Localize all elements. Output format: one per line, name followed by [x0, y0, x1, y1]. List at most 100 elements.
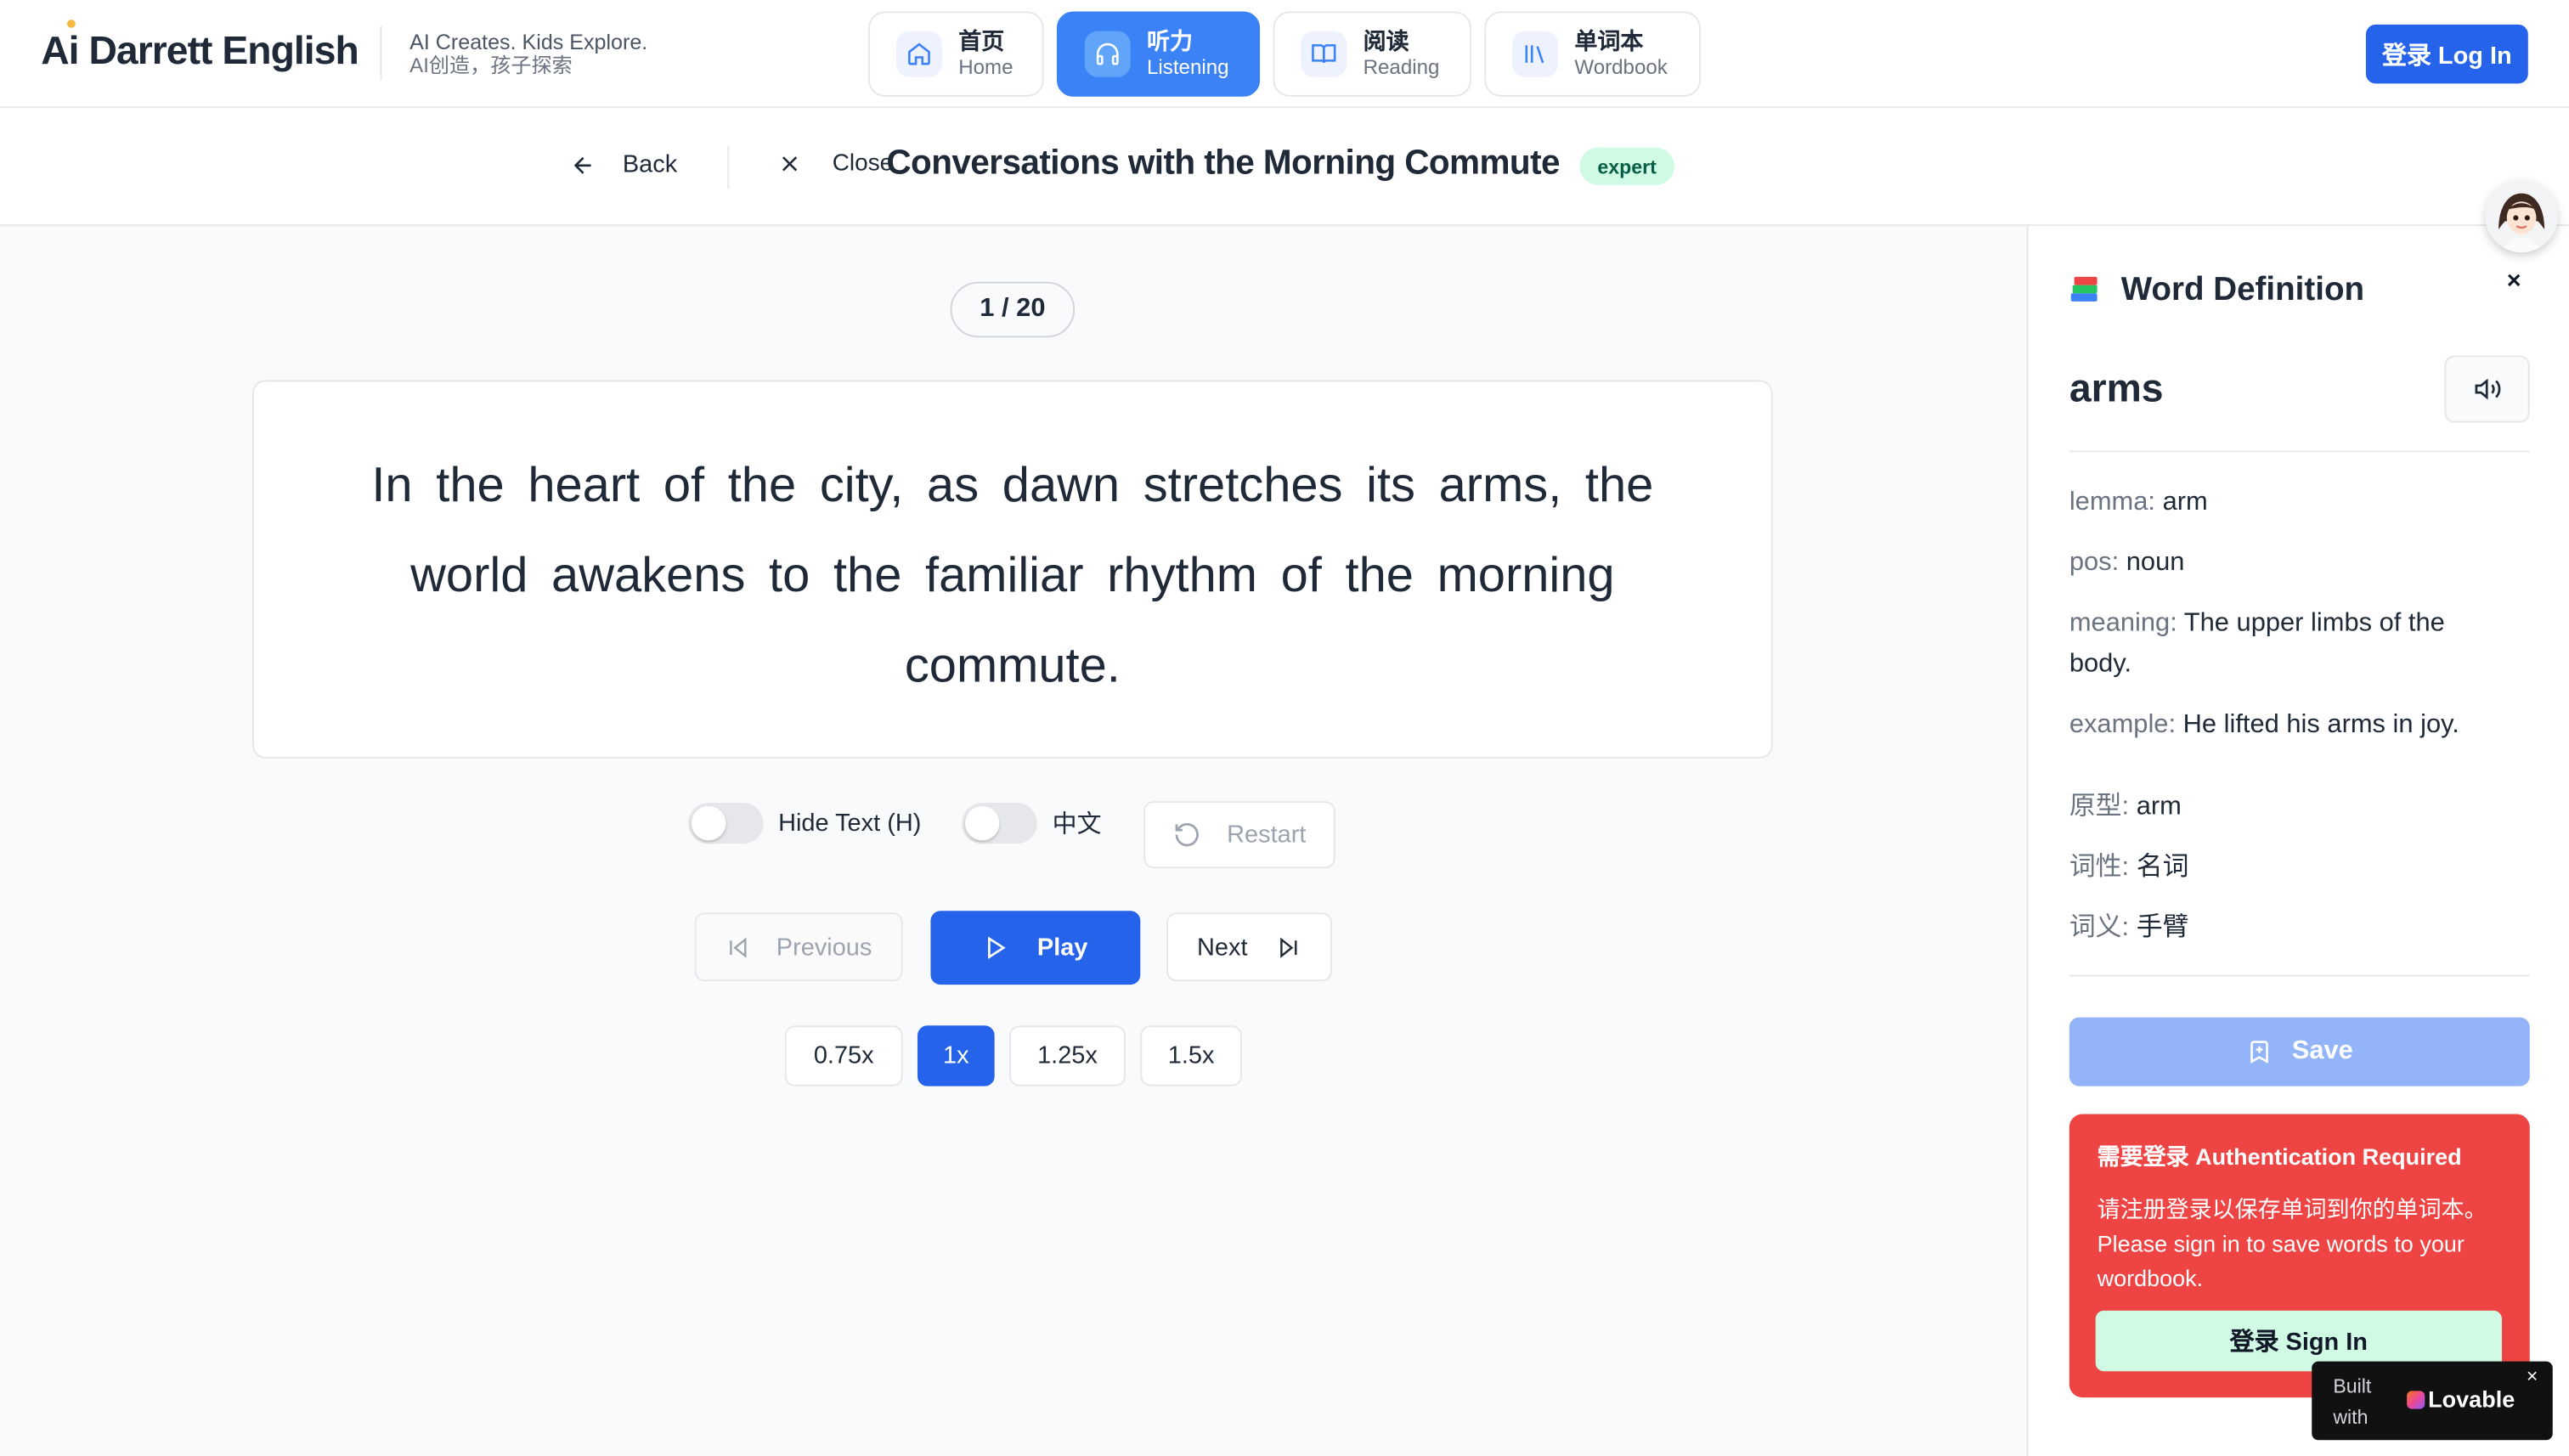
brand-divider — [380, 25, 382, 81]
brand-logo[interactable]: Ai Darrett English — [41, 30, 359, 76]
field-zh-pos: 词性: 名词 — [2069, 847, 2512, 888]
play-label: Play — [1036, 934, 1088, 962]
nav-tab-home[interactable]: 首页 Home — [868, 11, 1044, 97]
lovable-heart-icon — [2407, 1391, 2425, 1409]
login-button[interactable]: 登录 Log In — [2365, 24, 2528, 84]
field-lemma: lemma: arm — [2069, 482, 2512, 522]
assistant-avatar[interactable] — [2485, 180, 2558, 253]
next-button[interactable]: Next — [1166, 912, 1332, 982]
badge-close-button[interactable]: × — [2527, 1365, 2538, 1388]
story-header: Back Close Conversations with the Mornin… — [0, 108, 2569, 227]
chinese-toggle[interactable] — [962, 803, 1038, 844]
speed-button-1.5[interactable]: 1.5x — [1140, 1025, 1242, 1086]
top-navbar: Ai Darrett English AI Creates. Kids Expl… — [0, 0, 2569, 109]
rotate-ccw-icon — [1175, 822, 1199, 847]
library-icon — [1512, 31, 1559, 77]
level-badge: expert — [1579, 147, 1675, 185]
field-key: example: — [2069, 711, 2177, 739]
nav-tab-reading[interactable]: 阅读 Reading — [1273, 11, 1471, 97]
auth-message-zh: 请注册登录以保存单词到你的单词本。 — [2097, 1195, 2487, 1222]
tagline-zh: AI创造，孩子探索 — [409, 54, 573, 77]
lovable-brand: Lovable — [2428, 1385, 2515, 1413]
field-key: pos: — [2069, 549, 2120, 577]
arrow-left-icon — [573, 155, 591, 173]
brand-dot — [67, 20, 76, 28]
selected-word: arms — [2069, 367, 2164, 412]
home-icon — [895, 31, 942, 77]
sentence-counter: 1 / 20 — [950, 281, 1076, 338]
restart-button[interactable]: Restart — [1143, 801, 1335, 869]
previous-label: Previous — [776, 933, 872, 962]
app-root: Ai Darrett English AI Creates. Kids Expl… — [0, 0, 2569, 1456]
built-with-text: Built with — [2333, 1374, 2372, 1429]
field-pos: pos: noun — [2069, 542, 2512, 583]
volume-icon — [2474, 378, 2500, 400]
field-zh-meaning: 词义: 手臂 — [2069, 907, 2512, 948]
field-meaning: meaning: The upper limbs of the body. — [2069, 603, 2512, 685]
speed-button-1[interactable]: 1x — [918, 1025, 995, 1086]
back-label: Back — [622, 150, 678, 179]
sentence-text[interactable]: In the heart of the city, as dawn stretc… — [333, 441, 1693, 711]
field-value: He lifted his arms in joy. — [2182, 711, 2459, 739]
nav-tab-listening[interactable]: 听力 Listening — [1056, 11, 1261, 97]
book-open-icon — [1301, 31, 1347, 77]
close-label: Close — [832, 150, 894, 178]
brand-tagline: AI Creates. Kids Explore. AI创造，孩子探索 — [409, 30, 647, 79]
field-example: example: He lifted his arms in joy. — [2069, 704, 2512, 745]
chinese-toggle-label: 中文 — [1052, 810, 1102, 839]
pronounce-button[interactable] — [2444, 355, 2530, 423]
field-key: 词义: — [2069, 914, 2130, 942]
tagline-en: AI Creates. Kids Explore. — [409, 29, 648, 54]
previous-button[interactable]: Previous — [694, 912, 903, 982]
field-value: noun — [2126, 549, 2185, 577]
word-panel-title: Word Definition — [2069, 272, 2364, 309]
nav-reading-en: Reading — [1363, 55, 1440, 79]
restart-label: Restart — [1227, 821, 1307, 849]
save-word-button[interactable]: Save — [2069, 1017, 2530, 1086]
nav-wordbook-en: Wordbook — [1574, 55, 1668, 79]
header-divider — [727, 145, 730, 189]
back-button[interactable]: Back — [570, 150, 677, 178]
bookmark-plus-icon — [2250, 1041, 2268, 1064]
field-value: arm — [2162, 488, 2208, 516]
field-key: 词性: — [2069, 853, 2130, 882]
close-button[interactable]: Close — [776, 150, 893, 177]
books-icon — [2069, 274, 2103, 303]
auth-message-en: Please sign in to save words to your wor… — [2097, 1230, 2465, 1291]
panel-close-button[interactable]: × — [2507, 267, 2521, 295]
panel-divider — [2069, 450, 2530, 453]
headphones-icon — [1084, 31, 1131, 77]
story-title: Conversations with the Morning Commute — [886, 144, 1560, 183]
play-icon — [988, 936, 1006, 959]
play-button[interactable]: Play — [930, 911, 1141, 985]
hide-text-toggle[interactable] — [688, 803, 764, 844]
display-toggles: Hide Text (H) 中文 — [688, 803, 1102, 844]
word-panel-title-text: Word Definition — [2120, 272, 2365, 308]
field-zh-lemma: 原型: arm — [2069, 787, 2512, 827]
nav-reading-zh: 阅读 — [1363, 27, 1409, 54]
field-value: 手臂 — [2136, 914, 2189, 942]
speed-button-1.25[interactable]: 1.25x — [1009, 1025, 1126, 1086]
nav-home-en: Home — [958, 55, 1013, 79]
speed-button-0.75[interactable]: 0.75x — [784, 1025, 903, 1086]
close-icon — [782, 156, 798, 172]
nav-tab-wordbook[interactable]: 单词本 Wordbook — [1484, 11, 1701, 97]
field-key: meaning: — [2069, 609, 2177, 638]
save-label: Save — [2291, 1036, 2353, 1065]
word-definition-panel: Word Definition × arms lemma: arm pos: n… — [2026, 226, 2569, 1456]
next-label: Next — [1196, 933, 1248, 962]
field-key: lemma: — [2069, 488, 2155, 516]
nav-home-zh: 首页 — [958, 27, 1005, 54]
auth-message: 请注册登录以保存单词到你的单词本。 Please sign in to save… — [2098, 1193, 2502, 1296]
built-with-lovable-badge[interactable]: Built with Lovable × — [2312, 1361, 2553, 1441]
field-key: 原型: — [2069, 793, 2130, 821]
nav-listening-zh: 听力 — [1147, 27, 1194, 54]
nav-wordbook-zh: 单词本 — [1574, 27, 1644, 54]
field-value: arm — [2136, 793, 2182, 821]
skip-back-icon — [729, 936, 747, 957]
nav-listening-en: Listening — [1147, 55, 1229, 79]
panel-divider — [2069, 974, 2530, 977]
toggle-knob — [691, 805, 726, 841]
field-value: 名词 — [2136, 853, 2189, 882]
auth-title: 需要登录 Authentication Required — [2097, 1143, 2462, 1171]
